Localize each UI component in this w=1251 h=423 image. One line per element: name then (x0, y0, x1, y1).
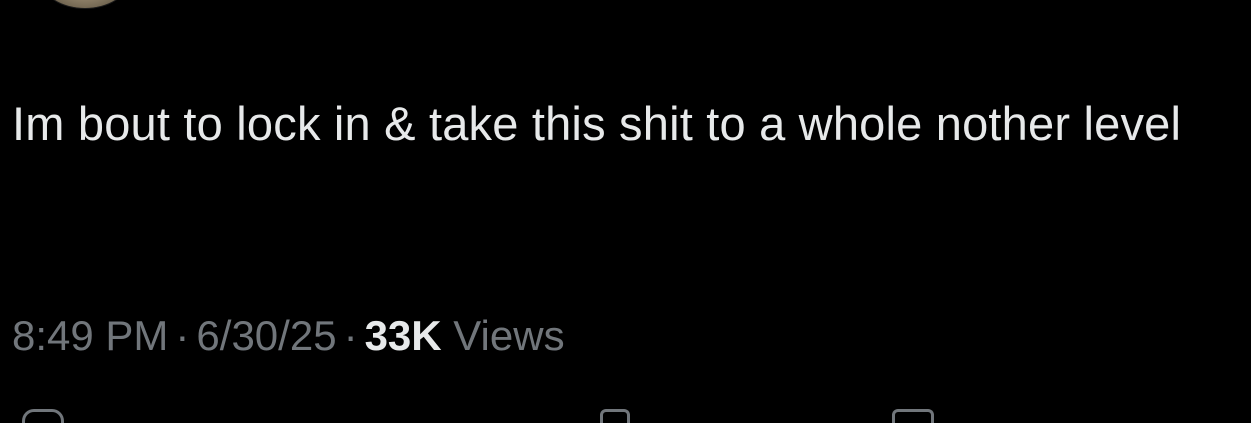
tweet-date[interactable]: 6/30/25 (196, 312, 336, 359)
views-label[interactable]: Views (453, 312, 564, 359)
bookmark-icon[interactable] (892, 409, 934, 423)
reply-icon[interactable] (22, 409, 64, 423)
tweet-text: Im bout to lock in & take this shit to a… (12, 97, 1182, 150)
author-avatar[interactable] (42, 0, 128, 8)
tweet-time[interactable]: 8:49 PM (12, 312, 168, 359)
meta-separator: · (343, 312, 358, 359)
views-count[interactable]: 33K (365, 312, 442, 359)
action-bar (0, 406, 1251, 423)
meta-separator: · (175, 312, 190, 359)
tweet-meta: 8:49 PM · 6/30/25 · 33K Views (12, 306, 565, 366)
repost-icon[interactable] (600, 409, 630, 423)
